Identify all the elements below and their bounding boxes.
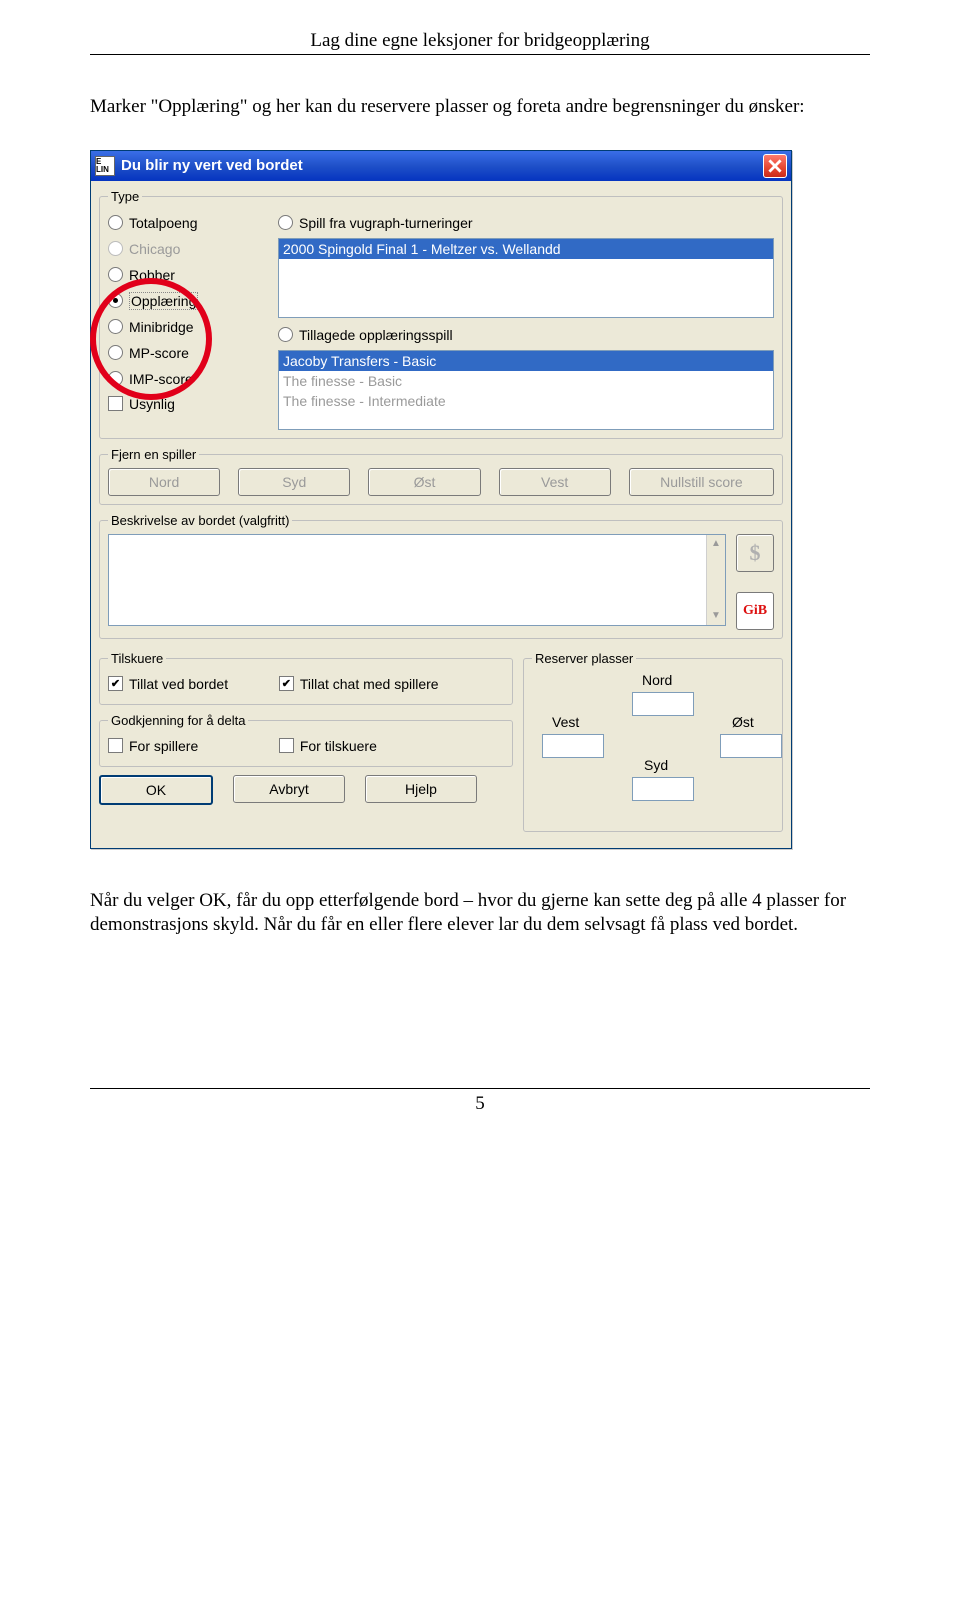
godkjenning-legend: Godkjenning for å delta — [108, 713, 248, 728]
gib-button[interactable]: GiB — [736, 592, 774, 630]
page-number: 5 — [90, 1088, 870, 1115]
tilskuere-legend: Tilskuere — [108, 651, 166, 666]
radio-opplaering[interactable]: Opplæring — [108, 288, 278, 314]
checkbox-label: Usynlig — [129, 396, 175, 412]
button-syd[interactable]: Syd — [238, 468, 350, 496]
fieldset-beskrivelse: Beskrivelse av bordet (valgfritt) ▲ ▼ $ … — [99, 513, 783, 639]
fieldset-reserver: Reserver plasser Nord Vest Øst Syd — [523, 651, 783, 832]
button-nullstill[interactable]: Nullstill score — [629, 468, 774, 496]
dialog-window: E LIN Du blir ny vert ved bordet Type To… — [90, 150, 792, 849]
input-ost[interactable] — [720, 734, 782, 758]
scrollbar[interactable]: ▲ ▼ — [706, 535, 725, 625]
intro-paragraph: Marker "Opplæring" og her kan du reserve… — [90, 95, 870, 120]
titlebar[interactable]: E LIN Du blir ny vert ved bordet — [91, 151, 791, 181]
fieldset-godkjenning: Godkjenning for å delta For spillere For… — [99, 713, 513, 767]
page-header: Lag dine egne leksjoner for bridgeopplær… — [90, 30, 870, 55]
button-ost[interactable]: Øst — [368, 468, 480, 496]
radio-label: Tillagede opplæringsspill — [299, 327, 453, 343]
checkbox-label: For spillere — [129, 738, 198, 754]
checkbox-label: Tillat chat med spillere — [300, 676, 439, 692]
input-syd[interactable] — [632, 777, 694, 801]
ok-button[interactable]: OK — [99, 775, 213, 805]
app-icon: E LIN — [95, 156, 115, 176]
gib-label: GiB — [743, 603, 767, 619]
close-button[interactable] — [763, 154, 787, 178]
list-item[interactable]: 2000 Spingold Final 1 - Meltzer vs. Well… — [279, 239, 773, 259]
reserver-legend: Reserver plasser — [532, 651, 636, 666]
list-item[interactable]: Jacoby Transfers - Basic — [279, 351, 773, 371]
fieldset-tilskuere: Tilskuere ✔Tillat ved bordet ✔Tillat cha… — [99, 651, 513, 705]
checkbox-label: For tilskuere — [300, 738, 377, 754]
button-vest[interactable]: Vest — [499, 468, 611, 496]
dollar-button[interactable]: $ — [736, 534, 774, 572]
checkbox-tillat-chat[interactable]: ✔Tillat chat med spillere — [279, 672, 504, 696]
window-title: Du blir ny vert ved bordet — [121, 157, 763, 174]
radio-chicago: Chicago — [108, 236, 278, 262]
type-legend: Type — [108, 189, 142, 204]
radio-label: Totalpoeng — [129, 215, 198, 231]
radio-label: Robber — [129, 267, 175, 283]
cancel-button[interactable]: Avbryt — [233, 775, 345, 803]
fieldset-fjern: Fjern en spiller Nord Syd Øst Vest Nulls… — [99, 447, 783, 505]
listbox-tillagede[interactable]: Jacoby Transfers - Basic The finesse - B… — [278, 350, 774, 430]
radio-totalpoeng[interactable]: Totalpoeng — [108, 210, 278, 236]
dollar-icon: $ — [750, 540, 761, 566]
list-item[interactable]: The finesse - Intermediate — [279, 391, 773, 411]
checkbox-label: Tillat ved bordet — [129, 676, 228, 692]
label-ost: Øst — [732, 714, 754, 730]
checkbox-tillat-bordet[interactable]: ✔Tillat ved bordet — [108, 672, 269, 696]
scroll-up-icon[interactable]: ▲ — [707, 535, 725, 553]
radio-label: Minibridge — [129, 319, 194, 335]
close-icon — [768, 159, 782, 173]
fjern-legend: Fjern en spiller — [108, 447, 199, 462]
description-textarea[interactable]: ▲ ▼ — [108, 534, 726, 626]
label-syd: Syd — [644, 757, 668, 773]
scroll-down-icon[interactable]: ▼ — [707, 607, 725, 625]
input-nord[interactable] — [632, 692, 694, 716]
label-nord: Nord — [642, 672, 672, 688]
radio-minibridge[interactable]: Minibridge — [108, 314, 278, 340]
list-item[interactable]: The finesse - Basic — [279, 371, 773, 391]
checkbox-for-tilskuere[interactable]: For tilskuere — [279, 734, 504, 758]
radio-robber[interactable]: Robber — [108, 262, 278, 288]
radio-label: Chicago — [129, 241, 180, 257]
label-vest: Vest — [552, 714, 579, 730]
checkbox-for-spillere[interactable]: For spillere — [108, 734, 269, 758]
radio-vugraph[interactable]: Spill fra vugraph-turneringer — [278, 210, 774, 236]
radio-impscore[interactable]: IMP-score — [108, 366, 278, 392]
radio-mpscore[interactable]: MP-score — [108, 340, 278, 366]
listbox-vugraph[interactable]: 2000 Spingold Final 1 - Meltzer vs. Well… — [278, 238, 774, 318]
radio-tillagede[interactable]: Tillagede opplæringsspill — [278, 322, 774, 348]
beskrivelse-legend: Beskrivelse av bordet (valgfritt) — [108, 513, 292, 528]
fieldset-type: Type Totalpoeng Chicago Robber Opplæring… — [99, 189, 783, 439]
radio-label: MP-score — [129, 345, 189, 361]
radio-label: Opplæring — [129, 292, 198, 310]
input-vest[interactable] — [542, 734, 604, 758]
button-nord[interactable]: Nord — [108, 468, 220, 496]
radio-label: IMP-score — [129, 371, 193, 387]
help-button[interactable]: Hjelp — [365, 775, 477, 803]
radio-label: Spill fra vugraph-turneringer — [299, 215, 473, 231]
outro-paragraph: Når du velger OK, får du opp etterfølgen… — [90, 889, 870, 938]
checkbox-usynlig[interactable]: Usynlig — [108, 392, 278, 416]
